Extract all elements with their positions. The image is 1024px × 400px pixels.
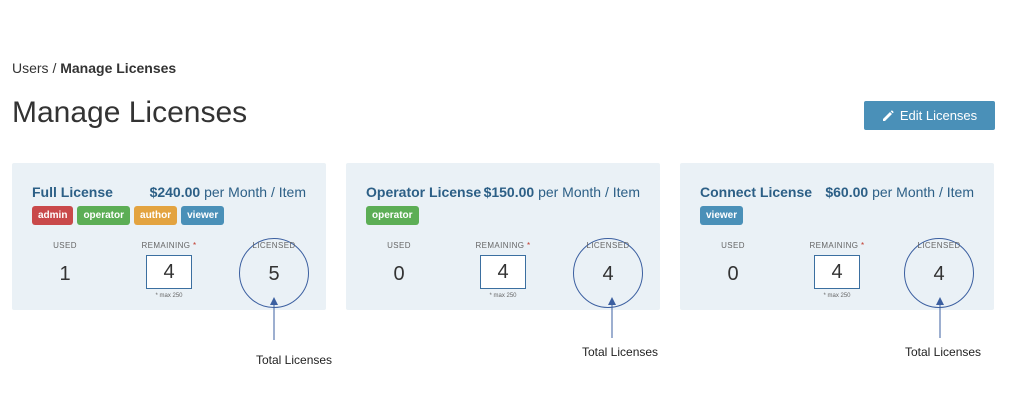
role-tag-viewer: viewer <box>700 206 744 225</box>
edit-licenses-label: Edit Licenses <box>899 108 978 123</box>
breadcrumb-current: Manage Licenses <box>60 60 177 76</box>
remaining-label: REMAINING * <box>463 241 543 250</box>
used-value: 1 <box>59 263 71 285</box>
annotation-total-licenses: Total Licenses <box>582 345 659 359</box>
remaining-max-note: * max 250 <box>823 293 851 299</box>
annotation-arrow-up-icon <box>936 297 944 338</box>
license-name: Full License <box>32 184 113 200</box>
remaining-max-note: * max 250 <box>155 293 183 299</box>
remaining-label: REMAINING * <box>129 241 209 250</box>
remaining-label-text: REMAINING <box>809 241 859 250</box>
price-amount: $240.00 <box>149 184 201 200</box>
breadcrumb: Users / Manage Licenses <box>12 60 176 76</box>
used-label: USED <box>53 241 77 250</box>
price-unit: per Month / Item <box>872 184 974 200</box>
role-tags: operator <box>366 206 419 225</box>
license-price: $240.00 per Month / Item <box>150 184 306 200</box>
annotation-arrow-up-icon <box>608 297 616 338</box>
card-header: Operator License $150.00 per Month / Ite… <box>366 184 640 200</box>
used-value: 0 <box>727 263 739 285</box>
license-card-full: Full License $240.00 per Month / Item ad… <box>12 163 326 310</box>
breadcrumb-separator: / <box>48 60 61 76</box>
remaining-input[interactable]: 4 <box>480 255 526 289</box>
license-name: Connect License <box>700 184 813 200</box>
required-mark: * <box>861 241 865 250</box>
remaining-label-text: REMAINING <box>475 241 525 250</box>
required-mark: * <box>527 241 531 250</box>
price-amount: $150.00 <box>483 184 535 200</box>
license-card-connect: Connect License $60.00 per Month / Item … <box>680 163 994 310</box>
annotation-total-licenses: Total Licenses <box>905 345 982 359</box>
role-tag-viewer: viewer <box>181 206 225 225</box>
used-label: USED <box>721 241 745 250</box>
remaining-max-note: * max 250 <box>489 293 517 299</box>
licensed-label: LICENSED <box>252 241 296 250</box>
card-header: Full License $240.00 per Month / Item <box>32 184 306 200</box>
licensed-value: 5 <box>268 263 280 285</box>
role-tag-author: author <box>134 206 178 225</box>
remaining-label: REMAINING * <box>797 241 877 250</box>
annotation-arrow-up-icon <box>270 297 278 340</box>
licensed-value: 4 <box>933 263 945 285</box>
edit-licenses-button[interactable]: Edit Licenses <box>864 101 995 130</box>
remaining-input[interactable]: 4 <box>814 255 860 289</box>
license-name: Operator License <box>366 184 482 200</box>
price-unit: per Month / Item <box>204 184 306 200</box>
role-tags: admin operator author viewer <box>32 206 225 225</box>
page-title: Manage Licenses <box>12 96 248 129</box>
remaining-label-text: REMAINING <box>141 241 191 250</box>
licensed-label: LICENSED <box>917 241 961 250</box>
used-label: USED <box>387 241 411 250</box>
breadcrumb-parent-link[interactable]: Users <box>12 60 49 76</box>
annotation-total-licenses: Total Licenses <box>256 353 333 367</box>
role-tag-operator: operator <box>366 206 419 225</box>
role-tag-operator: operator <box>77 206 131 225</box>
role-tag-admin: admin <box>32 206 74 225</box>
license-price: $150.00 per Month / Item <box>484 184 640 200</box>
card-header: Connect License $60.00 per Month / Item <box>700 184 974 200</box>
price-unit: per Month / Item <box>538 184 640 200</box>
licensed-label: LICENSED <box>586 241 630 250</box>
used-value: 0 <box>393 263 405 285</box>
role-tags: viewer <box>700 206 744 225</box>
license-price: $60.00 per Month / Item <box>825 184 974 200</box>
remaining-input[interactable]: 4 <box>146 255 192 289</box>
licensed-value: 4 <box>602 263 614 285</box>
pencil-icon <box>882 109 894 122</box>
license-card-operator: Operator License $150.00 per Month / Ite… <box>346 163 660 310</box>
required-mark: * <box>193 241 197 250</box>
price-amount: $60.00 <box>825 184 869 200</box>
